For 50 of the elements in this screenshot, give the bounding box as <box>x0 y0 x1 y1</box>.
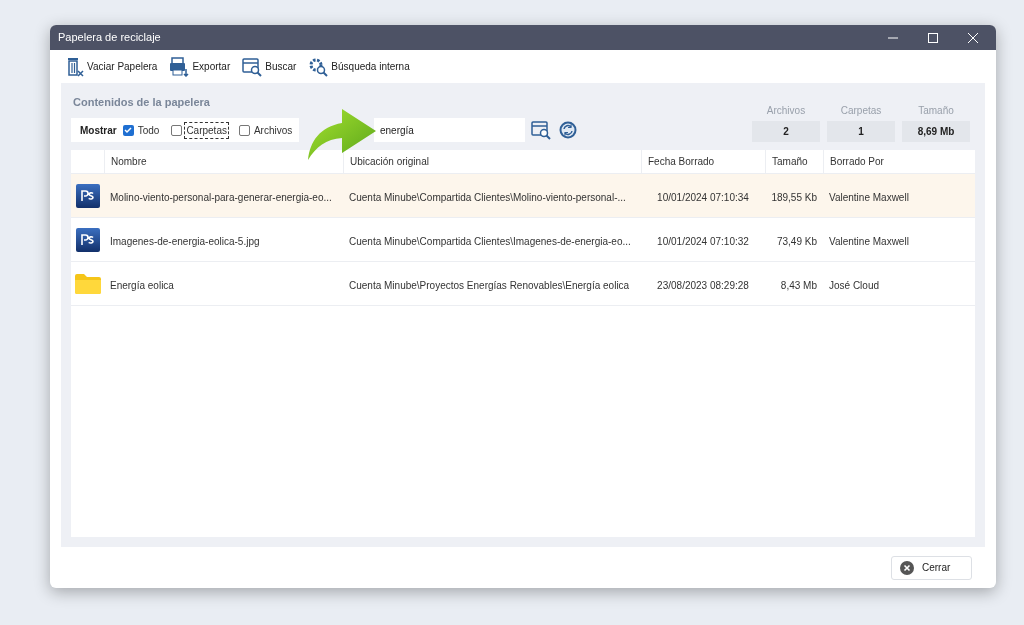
table-cell: 10/01/2024 07:10:32 <box>657 235 749 247</box>
column-header[interactable]: Borrado Por <box>823 150 975 173</box>
column-header[interactable]: Tamaño <box>765 150 823 173</box>
trash-icon <box>66 56 84 77</box>
table-cell: José Cloud <box>829 279 880 291</box>
refresh-icon[interactable] <box>559 121 577 139</box>
toolbar-button[interactable]: Exportar <box>169 56 231 77</box>
photoshop-file-icon <box>74 182 101 209</box>
table-cell: Valentine Maxwell <box>829 235 909 247</box>
stat-label: Archivos <box>766 104 806 118</box>
table-cell: Molino-viento-personal-para-generar-energia-eo... <box>110 191 332 203</box>
search-icon[interactable] <box>531 120 551 140</box>
toolbar-button[interactable]: Búsqueda interna <box>308 56 410 77</box>
table-cell: Imagenes-de-energia-eolica-5.jpg <box>110 235 260 247</box>
search-field[interactable]: energía <box>374 118 525 142</box>
column-header[interactable]: Fecha Borrado <box>641 150 765 173</box>
table-cell: 10/01/2024 07:10:34 <box>657 191 749 203</box>
filter-checkbox[interactable]: Carpetas <box>171 122 228 138</box>
table-cell: 189,55 Kb <box>771 191 817 203</box>
filter-checkbox[interactable]: Archivos <box>238 122 294 138</box>
photoshop-file-icon <box>74 226 101 253</box>
stat-value: 1 <box>827 121 895 142</box>
panel-title: Contenidos de la papelera <box>73 94 211 110</box>
filter-checkbox[interactable]: Todo <box>122 122 161 138</box>
table-cell: Energía eolica <box>110 279 174 291</box>
maximize-icon[interactable] <box>928 32 938 43</box>
export-icon <box>169 56 190 77</box>
close-icon[interactable] <box>968 32 978 43</box>
search-icon <box>242 56 263 77</box>
checkmark-icon <box>124 126 133 134</box>
stat-label: Carpetas <box>840 104 882 118</box>
close-button[interactable]: Cerrar <box>891 555 972 580</box>
table-cell: 8,43 Mb <box>780 279 817 291</box>
stat-value: 2 <box>752 121 820 142</box>
stat-label: Tamaño <box>918 104 954 118</box>
folder-icon <box>73 272 102 295</box>
toolbar-button[interactable]: Vaciar Papelera <box>66 56 158 77</box>
table-row[interactable]: Molino-viento-personal-para-generar-energia-eo... Cuenta Minube\Compartida Clientes\Molino-viento-personal-... 10/01/2024 07:10:34 189,55 Kb Valentine Maxwell <box>71 174 975 218</box>
table-cell: Cuenta Minube\Compartida Clientes\Imagenes-de-energia-eo... <box>349 235 631 247</box>
table-cell: 23/08/2023 08:29:28 <box>657 279 749 291</box>
table-cell: Valentine Maxwell <box>829 191 909 203</box>
toolbar-button[interactable]: Buscar <box>242 56 297 77</box>
filter-label: Mostrar <box>80 123 117 138</box>
table-cell: 73,49 Kb <box>776 235 817 247</box>
close-icon <box>900 560 914 575</box>
stat-value: 8,69 Mb <box>902 121 970 142</box>
table-cell: Cuenta Minube\Compartida Clientes\Molino-viento-personal-... <box>349 191 626 203</box>
window-title: Papelera de reciclaje <box>58 30 162 46</box>
table-cell: Cuenta Minube\Proyectos Energías Renovables\Energía eolica <box>349 279 630 291</box>
settings-search-icon <box>308 56 329 77</box>
